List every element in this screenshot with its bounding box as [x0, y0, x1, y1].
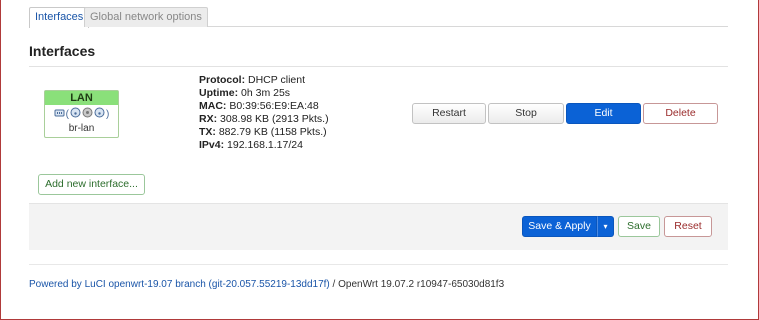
stop-button[interactable]: Stop: [488, 103, 564, 124]
restart-button[interactable]: Restart: [412, 103, 486, 124]
status-mac: MAC: B0:39:56:E9:EA:48: [199, 100, 329, 113]
status-protocol: Protocol: DHCP client: [199, 74, 329, 87]
interface-name: LAN: [45, 91, 118, 105]
status-tx: TX: 882.79 KB (1158 Pkts.): [199, 126, 329, 139]
tab-global-network-options[interactable]: Global network options: [84, 7, 208, 27]
status-value: DHCP client: [248, 74, 306, 86]
luci-link[interactable]: Powered by LuCI openwrt-19.07 branch (gi…: [29, 279, 330, 290]
wifi-icon: [70, 107, 81, 121]
divider: [29, 66, 728, 67]
footer-version: / OpenWrt 19.07.2 r10947-65030d81f3: [329, 279, 505, 290]
interface-badge: LAN ( ) br-lan: [44, 90, 119, 138]
delete-button[interactable]: Delete: [643, 103, 718, 124]
tab-interfaces[interactable]: Interfaces: [29, 7, 90, 28]
status-label: Uptime:: [199, 87, 239, 99]
status-label: MAC:: [199, 100, 227, 112]
interface-device: br-lan: [68, 123, 95, 134]
ethernet-icon: [54, 107, 65, 121]
paren-open: (: [65, 108, 69, 120]
status-value: 882.79 KB (1158 Pkts.): [218, 126, 327, 138]
status-uptime: Uptime: 0h 3m 25s: [199, 87, 329, 100]
interface-device-icons: ( ): [45, 105, 118, 123]
status-value: 308.98 KB (2913 Pkts.): [220, 113, 329, 125]
section-title: Interfaces: [29, 43, 96, 59]
save-apply-dropdown-icon[interactable]: ▾: [597, 216, 614, 237]
tab-bar: Interfaces Global network options: [29, 7, 728, 28]
footer: Powered by LuCI openwrt-19.07 branch (gi…: [29, 279, 504, 290]
status-label: TX:: [199, 126, 216, 138]
status-label: RX:: [199, 113, 218, 125]
paren-close: ): [106, 108, 110, 120]
status-label: Protocol:: [199, 74, 246, 86]
save-apply-button[interactable]: Save & Apply: [522, 216, 597, 237]
divider: [29, 264, 728, 265]
status-rx: RX: 308.98 KB (2913 Pkts.): [199, 113, 329, 126]
page: Interfaces Global network options Interf…: [0, 0, 759, 320]
interface-status: Protocol: DHCP client Uptime: 0h 3m 25s …: [199, 74, 329, 152]
status-ipv4: IPv4: 192.168.1.17/24: [199, 139, 329, 152]
add-interface-button[interactable]: Add new interface...: [38, 174, 145, 195]
status-label: IPv4:: [199, 139, 225, 151]
network-icon: [82, 107, 93, 121]
reset-button[interactable]: Reset: [664, 216, 712, 237]
status-value: 192.168.1.17/24: [227, 139, 303, 151]
wifi-icon: [94, 107, 105, 121]
status-value: B0:39:56:E9:EA:48: [229, 100, 319, 112]
status-value: 0h 3m 25s: [241, 87, 291, 99]
edit-button[interactable]: Edit: [566, 103, 641, 124]
save-button[interactable]: Save: [618, 216, 660, 237]
